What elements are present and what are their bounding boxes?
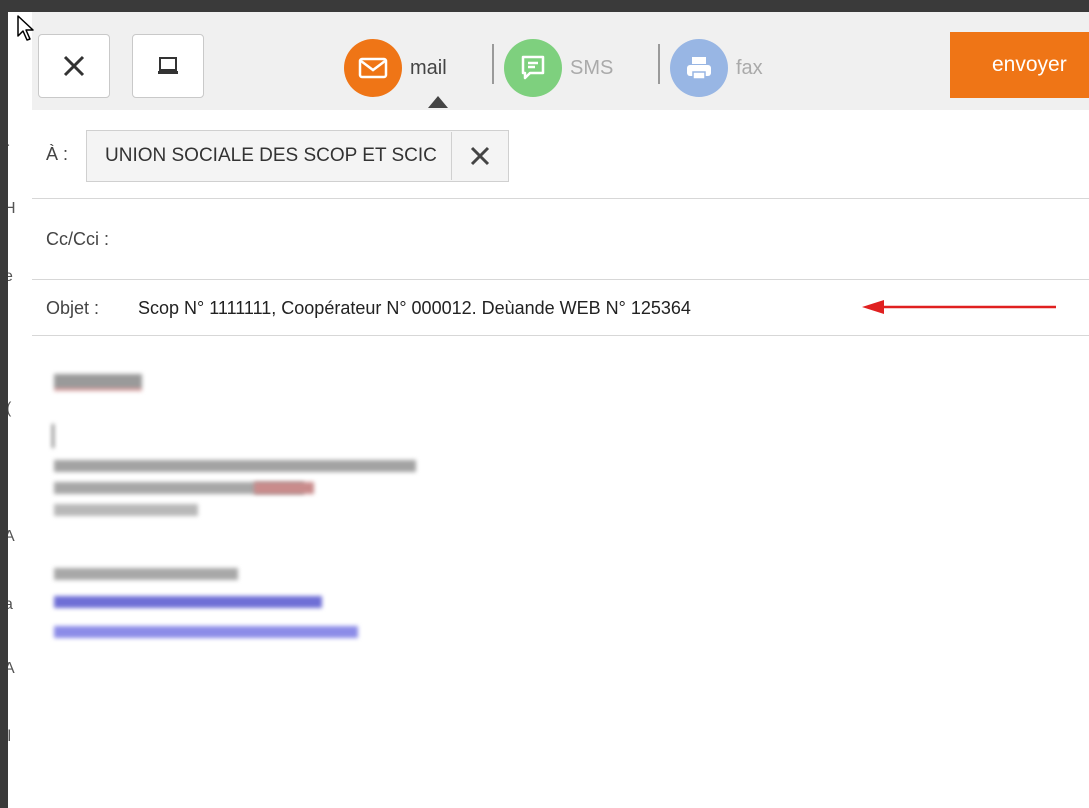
recipient-name: UNION SOCIALE DES SCOP ET SCIC bbox=[105, 145, 437, 166]
compose-panel: mail SMS fax envoyer À: UNION SOCIALE D… bbox=[32, 12, 1089, 808]
cc-row[interactable]: Cc/Cci : bbox=[32, 199, 1089, 280]
signature-redacted-link bbox=[54, 596, 322, 608]
channel-sms-label: SMS bbox=[570, 56, 614, 79]
active-channel-indicator bbox=[428, 96, 448, 108]
text-cursor bbox=[52, 424, 54, 448]
channel-sms-button[interactable]: SMS bbox=[504, 39, 614, 97]
window-edge bbox=[0, 0, 1089, 12]
window-button[interactable] bbox=[132, 34, 204, 98]
message-body[interactable] bbox=[32, 336, 1089, 808]
subject-field[interactable]: Scop N° 1111111, Coopérateur N° 000012. … bbox=[138, 298, 691, 319]
channel-fax-label: fax bbox=[736, 56, 763, 79]
signature-redacted bbox=[54, 504, 198, 516]
remove-recipient-button[interactable] bbox=[450, 132, 508, 180]
channel-fax-button[interactable]: fax bbox=[670, 39, 763, 97]
channel-separator bbox=[492, 44, 494, 84]
window-edge bbox=[0, 0, 8, 808]
to-label: À : bbox=[46, 144, 69, 164]
signature-redacted-link bbox=[54, 626, 358, 638]
to-row: À : UNION SOCIALE DES SCOP ET SCIC bbox=[32, 110, 1089, 199]
mouse-cursor-icon bbox=[17, 15, 34, 41]
send-button[interactable]: envoyer bbox=[950, 32, 1089, 98]
printer-icon bbox=[670, 39, 728, 97]
annotation-arrow bbox=[862, 300, 1056, 314]
cc-label: Cc/Cci : bbox=[46, 229, 109, 249]
signature-redacted bbox=[54, 374, 142, 391]
signature-redacted bbox=[54, 460, 416, 472]
channel-mail-button[interactable]: mail bbox=[344, 39, 447, 97]
chat-icon bbox=[504, 39, 562, 97]
compose-toolbar: mail SMS fax envoyer bbox=[32, 12, 1089, 110]
close-icon bbox=[63, 55, 85, 77]
signature-redacted bbox=[254, 482, 314, 494]
envelope-icon bbox=[344, 39, 402, 97]
signature-redacted bbox=[54, 568, 238, 580]
subject-label: Objet : bbox=[46, 298, 100, 318]
window-icon bbox=[158, 57, 178, 74]
close-icon bbox=[470, 146, 489, 166]
channel-mail-label: mail bbox=[410, 56, 447, 79]
recipient-chip: UNION SOCIALE DES SCOP ET SCIC bbox=[86, 130, 509, 182]
channel-separator bbox=[658, 44, 660, 84]
close-button[interactable] bbox=[38, 34, 110, 98]
